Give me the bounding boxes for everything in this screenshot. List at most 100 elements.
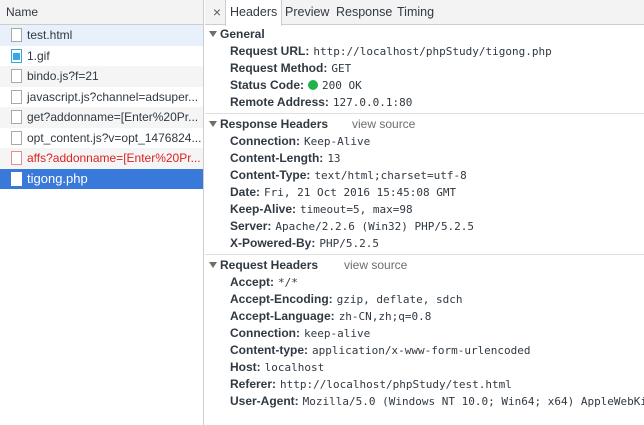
tab-response[interactable]: Response bbox=[336, 0, 392, 25]
request-list-panel: Name test.html 1.gif bindo.js?f=21 javas… bbox=[0, 0, 204, 425]
header-value: Apache/2.2.6 (Win32) PHP/5.2.5 bbox=[275, 220, 475, 233]
image-file-icon bbox=[11, 48, 22, 63]
header-key: Status Code: bbox=[230, 78, 305, 92]
status-dot-icon bbox=[308, 80, 319, 90]
response-header-row: Keep-Alive: timeout=5, max=98 bbox=[205, 201, 644, 218]
header-value: Keep-Alive bbox=[304, 135, 371, 148]
header-value: localhost bbox=[264, 361, 325, 374]
view-source-link[interactable]: view source bbox=[352, 116, 415, 133]
request-row-test-html[interactable]: test.html bbox=[0, 25, 203, 46]
view-source-link[interactable]: view source bbox=[344, 257, 407, 274]
request-method-row: Request Method: GET bbox=[205, 60, 644, 77]
request-row-affs-addonname[interactable]: affs?addonname=[Enter%20Pr... bbox=[0, 148, 203, 169]
section-title: Response Headers bbox=[220, 117, 329, 131]
tab-timing[interactable]: Timing bbox=[397, 0, 434, 25]
remote-address-row: Remote Address: 127.0.0.1:80 bbox=[205, 94, 644, 111]
request-row-opt-content-js[interactable]: opt_content.js?v=opt_1476824... bbox=[0, 128, 203, 149]
header-key: Content-Type: bbox=[230, 168, 311, 182]
header-key: Request URL: bbox=[230, 44, 310, 58]
close-icon[interactable]: × bbox=[207, 0, 227, 24]
header-value: Mozilla/5.0 (Windows NT 10.0; Win64; x64… bbox=[302, 395, 644, 408]
header-value: text/html;charset=utf-8 bbox=[314, 169, 467, 182]
request-row-tigong-php[interactable]: tigong.php bbox=[0, 168, 203, 189]
name-column-header[interactable]: Name bbox=[0, 0, 203, 25]
html-file-icon bbox=[11, 28, 22, 42]
request-header-row: Host: localhost bbox=[205, 359, 644, 376]
response-header-row: X-Powered-By: PHP/5.2.5 bbox=[205, 235, 644, 252]
header-key: Referer: bbox=[230, 377, 277, 391]
request-row-label: javascript.js?channel=adsuper... bbox=[27, 89, 199, 104]
general-section-header[interactable]: General bbox=[205, 26, 644, 43]
header-key: Accept: bbox=[230, 275, 275, 289]
request-row-1-gif[interactable]: 1.gif bbox=[0, 46, 203, 67]
response-header-row: Content-Length: 13 bbox=[205, 150, 644, 167]
script-file-icon bbox=[11, 89, 22, 104]
header-value: http://localhost/phpStudy/test.html bbox=[280, 378, 512, 391]
header-key: Date: bbox=[230, 185, 261, 199]
request-header-row: Content-type: application/x-www-form-urle… bbox=[205, 342, 644, 359]
request-row-label: get?addonname=[Enter%20Pr... bbox=[27, 110, 199, 124]
response-header-row: Date: Fri, 21 Oct 2016 15:45:08 GMT bbox=[205, 184, 644, 201]
header-value: zh-CN,zh;q=0.8 bbox=[338, 310, 432, 323]
response-header-row: Server: Apache/2.2.6 (Win32) PHP/5.2.5 bbox=[205, 218, 644, 235]
header-value: 200 OK bbox=[322, 79, 362, 92]
header-key: Request Method: bbox=[230, 61, 328, 75]
tab-preview[interactable]: Preview bbox=[285, 0, 329, 25]
php-file-icon bbox=[11, 171, 22, 186]
triangle-down-icon bbox=[209, 121, 217, 127]
header-key: Connection: bbox=[230, 326, 300, 340]
section-title: General bbox=[220, 27, 265, 41]
request-header-row: Accept-Encoding: gzip, deflate, sdch bbox=[205, 291, 644, 308]
header-value: Fri, 21 Oct 2016 15:45:08 GMT bbox=[264, 186, 457, 199]
request-row-bindo-js[interactable]: bindo.js?f=21 bbox=[0, 66, 203, 87]
request-header-row: Accept: */* bbox=[205, 274, 644, 291]
request-headers-section-header[interactable]: Request Headers view source bbox=[205, 257, 644, 274]
header-key: Accept-Encoding: bbox=[230, 292, 333, 306]
general-section: General Request URL: http://localhost/php… bbox=[205, 25, 644, 111]
header-key: User-Agent: bbox=[230, 394, 299, 408]
header-key: Accept-Language: bbox=[230, 309, 335, 323]
header-key: Server: bbox=[230, 219, 272, 233]
script-file-icon bbox=[11, 130, 22, 145]
request-header-row: Connection: keep-alive bbox=[205, 325, 644, 342]
error-file-icon bbox=[11, 151, 22, 165]
request-header-row: Referer: http://localhost/phpStudy/test.h… bbox=[205, 376, 644, 393]
header-value: http://localhost/phpStudy/tigong.php bbox=[313, 45, 552, 58]
header-value: */* bbox=[278, 276, 298, 289]
header-value: GET bbox=[331, 62, 352, 75]
header-key: Remote Address: bbox=[230, 95, 329, 109]
request-row-javascript-js[interactable]: javascript.js?channel=adsuper... bbox=[0, 87, 203, 108]
request-headers-section: Request Headers view source Accept: */* Ac… bbox=[205, 255, 644, 410]
response-headers-section: Response Headers view source Connection:… bbox=[205, 114, 644, 252]
response-header-row: Connection: Keep-Alive bbox=[205, 133, 644, 150]
header-key: Keep-Alive: bbox=[230, 202, 297, 216]
request-row-label: test.html bbox=[27, 28, 73, 42]
header-key: Host: bbox=[230, 360, 261, 374]
script-file-icon bbox=[11, 69, 22, 83]
header-value: 13 bbox=[327, 152, 341, 165]
header-key: Connection: bbox=[230, 134, 300, 148]
response-headers-section-header[interactable]: Response Headers view source bbox=[205, 116, 644, 133]
response-header-row: Content-Type: text/html;charset=utf-8 bbox=[205, 167, 644, 184]
triangle-down-icon bbox=[209, 31, 217, 37]
header-value: application/x-www-form-urlencoded bbox=[312, 344, 531, 357]
header-value: PHP/5.2.5 bbox=[319, 237, 379, 250]
request-row-label: bindo.js?f=21 bbox=[27, 69, 99, 83]
request-row-label: affs?addonname=[Enter%20Pr... bbox=[27, 151, 201, 165]
header-value: gzip, deflate, sdch bbox=[336, 293, 463, 306]
header-value: keep-alive bbox=[304, 327, 371, 340]
header-key: Content-Length: bbox=[230, 151, 324, 165]
triangle-down-icon bbox=[209, 262, 217, 268]
tab-headers[interactable]: Headers bbox=[225, 0, 283, 26]
request-header-row: Accept-Language: zh-CN,zh;q=0.8 bbox=[205, 308, 644, 325]
request-row-label: 1.gif bbox=[27, 48, 50, 63]
xhr-file-icon bbox=[11, 110, 22, 124]
request-row-label: opt_content.js?v=opt_1476824... bbox=[27, 130, 202, 145]
request-row-label: tigong.php bbox=[27, 170, 88, 186]
section-title: Request Headers bbox=[220, 258, 319, 272]
header-key: Content-type: bbox=[230, 343, 308, 357]
request-details-panel: × Headers Preview Response Timing Genera… bbox=[205, 0, 644, 425]
header-key: X-Powered-By: bbox=[230, 236, 316, 250]
header-value: timeout=5, max=98 bbox=[300, 203, 413, 216]
request-row-get-addonname[interactable]: get?addonname=[Enter%20Pr... bbox=[0, 107, 203, 128]
